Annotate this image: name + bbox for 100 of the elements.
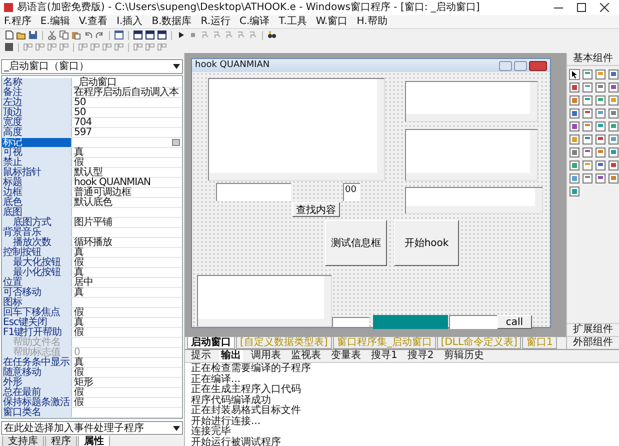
property-name[interactable]: F1键打开帮助 — [2, 328, 72, 337]
panel-tab[interactable]: 属性 — [78, 436, 110, 446]
component-icon[interactable] — [608, 82, 619, 93]
component-icon[interactable] — [595, 69, 606, 80]
menu-item[interactable]: B.数据库 — [152, 16, 192, 28]
caret-icon[interactable] — [173, 426, 180, 430]
component-icon[interactable] — [569, 134, 580, 145]
component-icon[interactable] — [595, 134, 606, 145]
output-tab[interactable]: 提示 — [189, 350, 213, 362]
component-icon[interactable] — [582, 147, 593, 158]
output-tab[interactable]: 调用表 — [249, 350, 283, 362]
component-icon[interactable] — [582, 95, 593, 106]
menu-item[interactable]: E.编辑 — [40, 16, 70, 28]
output-tab[interactable]: 输出 — [219, 350, 243, 362]
component-icon[interactable] — [582, 121, 593, 132]
layout-icon[interactable] — [157, 30, 167, 40]
property-name[interactable]: 随意移动 — [2, 368, 72, 377]
component-icon[interactable] — [608, 121, 619, 132]
property-name[interactable]: 外形 — [2, 378, 72, 387]
text-box[interactable] — [405, 187, 543, 214]
maximize-icon[interactable] — [577, 3, 586, 12]
form-button[interactable]: 开始hook — [394, 220, 459, 266]
menu-item[interactable]: F.程序 — [4, 16, 32, 28]
binoculars-icon[interactable] — [267, 30, 277, 40]
component-icon[interactable] — [608, 147, 619, 158]
property-name[interactable]: Esc键关闭 — [2, 318, 72, 327]
property-name[interactable]: 高度 — [2, 128, 72, 137]
property-name[interactable]: 窗口类名 — [2, 408, 72, 417]
window-icon[interactable] — [114, 30, 124, 40]
output-tab[interactable]: 搜寻2 — [405, 350, 436, 362]
menu-item[interactable]: C.编译 — [240, 16, 270, 28]
component-icon[interactable] — [569, 186, 580, 197]
property-name[interactable]: 可否移动 — [2, 288, 72, 297]
panel-tab[interactable]: 程序 — [45, 436, 77, 446]
property-name[interactable]: 左边 — [2, 98, 72, 107]
component-icon[interactable] — [595, 173, 606, 184]
paste-icon[interactable] — [71, 30, 81, 40]
component-icon[interactable] — [595, 160, 606, 171]
component-icon[interactable] — [582, 160, 593, 171]
property-name[interactable]: 名称 — [2, 78, 72, 87]
property-name[interactable]: 图标 — [2, 298, 72, 307]
component-icon[interactable] — [595, 95, 606, 106]
object-dropdown[interactable]: _启动窗口（窗口） — [1, 59, 183, 74]
property-name[interactable]: 在任务条中显示 — [2, 358, 72, 367]
grid-icon[interactable] — [4, 42, 14, 52]
component-icon[interactable] — [582, 69, 593, 80]
property-name[interactable]: 总在最前 — [2, 388, 72, 397]
component-icon[interactable] — [582, 82, 593, 93]
component-icon[interactable] — [569, 121, 580, 132]
property-name[interactable]: 备注 — [2, 88, 72, 97]
panel-footer[interactable]: 扩展组件 — [567, 323, 619, 336]
property-name[interactable]: 回车下移焦点 — [2, 308, 72, 317]
property-name[interactable]: 底图 — [2, 208, 72, 217]
input-field[interactable]: 00 — [343, 183, 360, 201]
property-name[interactable]: 标题 — [2, 178, 72, 187]
property-name[interactable]: 可视 — [2, 148, 72, 157]
close-icon[interactable] — [600, 3, 609, 12]
component-icon[interactable] — [608, 134, 619, 145]
menu-item[interactable]: T.工具 — [278, 16, 307, 28]
property-name[interactable]: 底图方式 — [2, 218, 72, 227]
output-tab[interactable]: 搜寻1 — [369, 350, 400, 362]
property-name[interactable]: 鼠标指针 — [2, 168, 72, 177]
property-name[interactable]: 控制按钮 — [2, 248, 72, 257]
property-name[interactable]: 最大化按钮 — [2, 258, 72, 267]
component-icon[interactable] — [608, 95, 619, 106]
layout-icon[interactable] — [133, 30, 143, 40]
component-icon[interactable] — [569, 160, 580, 171]
caret-icon[interactable] — [173, 64, 180, 69]
text-box[interactable] — [197, 275, 332, 327]
copy-icon[interactable] — [59, 30, 69, 40]
event-dropdown[interactable]: 在此处选择加入事件处理子程序 — [1, 421, 183, 435]
component-icon[interactable] — [582, 108, 593, 119]
undo-icon[interactable] — [83, 30, 93, 40]
component-icon[interactable] — [595, 121, 606, 132]
cut-icon[interactable] — [47, 30, 57, 40]
component-icon[interactable] — [608, 160, 619, 171]
menu-item[interactable]: I.插入 — [116, 16, 143, 28]
text-box[interactable] — [405, 129, 538, 181]
component-icon[interactable] — [569, 108, 580, 119]
document-tab[interactable]: 启动窗口 — [187, 337, 235, 349]
layout-icon[interactable] — [145, 30, 155, 40]
menu-item[interactable]: R.运行 — [200, 16, 231, 28]
panel-tab[interactable]: 支持库 — [2, 436, 44, 446]
component-icon[interactable] — [608, 108, 619, 119]
property-name[interactable]: 禁止 — [2, 158, 72, 167]
output-tab[interactable]: 剪辑历史 — [442, 350, 486, 362]
component-icon[interactable] — [608, 69, 619, 80]
component-icon[interactable] — [569, 147, 580, 158]
form-button[interactable]: call — [497, 315, 532, 329]
property-name[interactable]: 标记 — [2, 138, 72, 147]
component-icon[interactable] — [569, 95, 580, 106]
component-icon[interactable] — [595, 82, 606, 93]
output-tab[interactable]: 变量表 — [329, 350, 363, 362]
menu-item[interactable]: V.查看 — [78, 16, 108, 28]
property-name[interactable]: 宽度 — [2, 118, 72, 127]
property-name[interactable]: 底色 — [2, 198, 72, 207]
property-name[interactable]: 播放次数 — [2, 238, 72, 247]
menu-item[interactable]: H.帮助 — [356, 16, 388, 28]
component-icon[interactable] — [582, 134, 593, 145]
component-icon[interactable] — [569, 82, 580, 93]
